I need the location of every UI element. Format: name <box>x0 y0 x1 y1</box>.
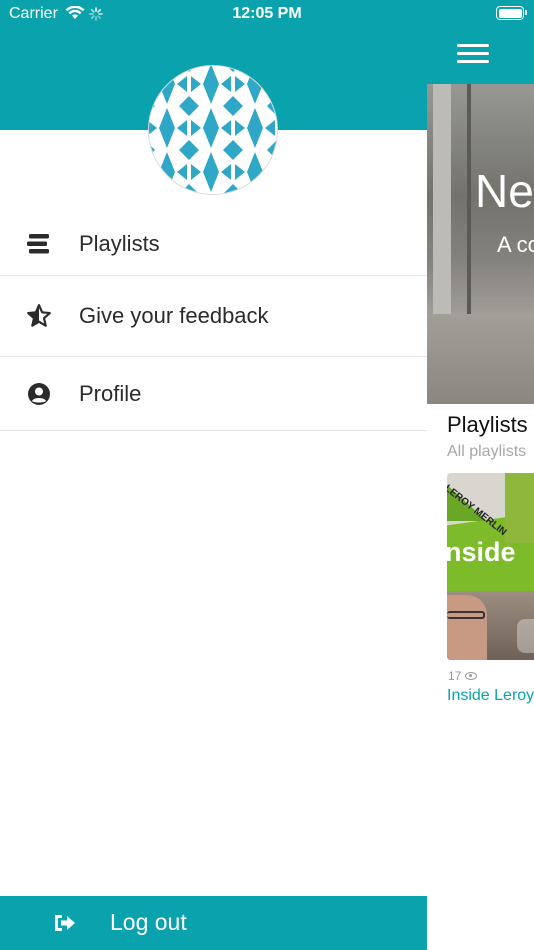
menu-item-profile[interactable]: Profile <box>0 357 427 431</box>
status-time: 12:05 PM <box>232 5 302 22</box>
avatar[interactable] <box>148 65 278 195</box>
user-circle-icon <box>26 381 52 407</box>
hero-subtitle: A co <box>497 232 534 257</box>
list-icon <box>26 231 52 257</box>
menu-item-playlists[interactable]: Playlists <box>0 213 427 276</box>
menu-item-label: Playlists <box>79 231 160 256</box>
view-count-value: 17 <box>448 669 462 683</box>
playlist-card-title[interactable]: Inside Leroy <box>447 687 534 705</box>
logout-button[interactable]: Log out <box>0 896 427 950</box>
hero-title: Nev <box>475 165 534 217</box>
logout-label: Log out <box>110 909 187 935</box>
menu-item-label: Give your feedback <box>79 303 269 328</box>
status-bar: Carrier 12:05 PM <box>0 0 534 30</box>
section-title: Playlists <box>447 412 528 437</box>
menu-item-label: Profile <box>79 380 142 406</box>
geometric-avatar-icon <box>149 66 277 194</box>
view-count: 17 <box>448 669 478 683</box>
playlist-card-thumbnail[interactable]: LEROY MERLIN nside <box>447 473 534 660</box>
drawer-menu: Playlists Give your feedback Profile <box>0 213 427 431</box>
navigation-drawer: Playlists Give your feedback Profile Log… <box>0 0 427 950</box>
heart-icon[interactable] <box>517 619 534 653</box>
eye-icon <box>465 672 478 680</box>
sign-out-icon <box>52 910 78 936</box>
thumbnail-text: nside <box>447 537 516 567</box>
hamburger-menu-icon[interactable] <box>457 42 489 66</box>
section-subtitle: All playlists <box>447 443 527 460</box>
battery-icon <box>496 6 527 20</box>
menu-item-feedback[interactable]: Give your feedback <box>0 276 427 357</box>
star-half-icon <box>26 303 52 329</box>
